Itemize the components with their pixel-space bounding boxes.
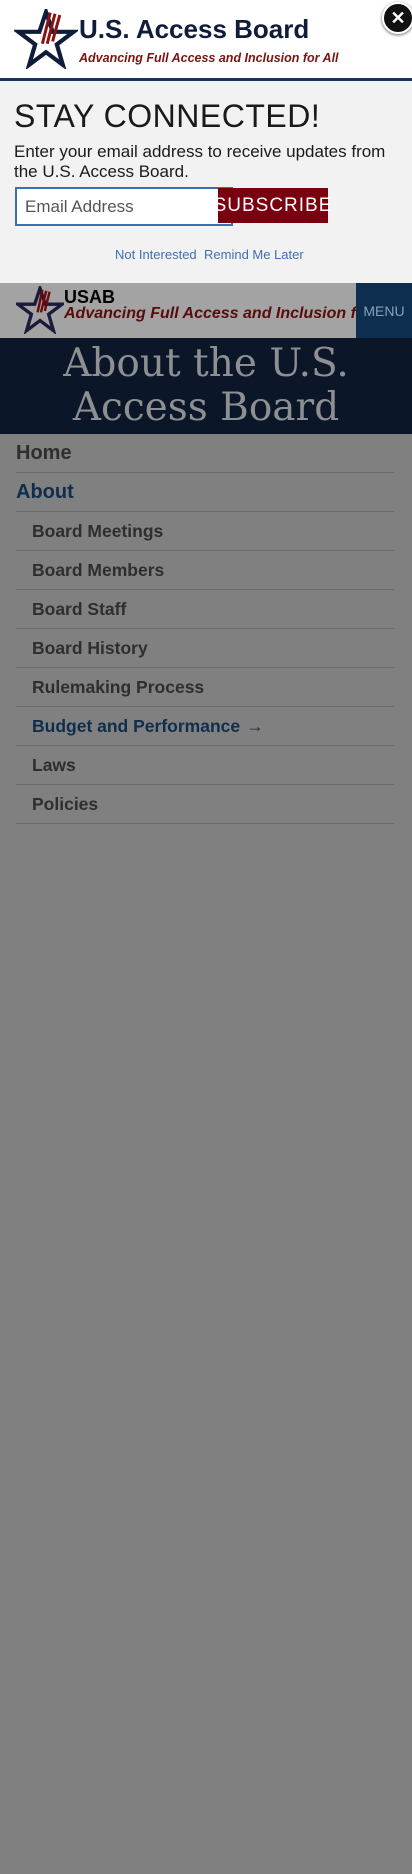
nav-item-budget-and-performance[interactable]: Budget and Performance →	[16, 707, 394, 746]
modal-description: Enter your email address to receive upda…	[14, 142, 386, 181]
nav-item-label: Board History	[32, 637, 148, 658]
site-header: USAB Advancing Full Access and Inclusion…	[0, 283, 412, 338]
nav-item-board-meetings[interactable]: Board Meetings	[16, 512, 394, 551]
modal-brand-title: U.S. Access Board	[79, 14, 310, 44]
side-navigation: Home About Board Meetings Board Members …	[16, 434, 394, 824]
nav-item-board-members[interactable]: Board Members	[16, 551, 394, 590]
nav-item-label: About	[16, 480, 74, 503]
subscribe-modal: U.S. Access Board Advancing Full Access …	[0, 0, 412, 283]
email-input[interactable]	[15, 187, 233, 226]
nav-item-label: Board Members	[32, 559, 165, 580]
nav-item-laws[interactable]: Laws	[16, 746, 394, 785]
star-logo-icon[interactable]	[16, 286, 64, 334]
nav-item-label: Budget and Performance	[32, 715, 241, 736]
nav-item-label: Home	[16, 441, 72, 464]
arrow-right-icon: →	[246, 715, 264, 736]
nav-item-rulemaking-process[interactable]: Rulemaking Process	[16, 668, 394, 707]
modal-heading: STAY CONNECTED!	[14, 98, 321, 134]
site-tagline: Advancing Full Access and Inclusion for …	[64, 305, 397, 322]
nav-item-label: Rulemaking Process	[32, 676, 205, 697]
not-interested-link[interactable]: Not Interested	[115, 247, 197, 262]
remind-me-later-link[interactable]: Remind Me Later	[204, 247, 304, 262]
nav-item-board-staff[interactable]: Board Staff	[16, 590, 394, 629]
nav-item-policies[interactable]: Policies	[16, 785, 394, 824]
nav-item-home[interactable]: Home	[16, 434, 394, 473]
star-logo-icon	[14, 9, 78, 69]
nav-item-board-history[interactable]: Board History	[16, 629, 394, 668]
page-hero: About the U.S. Access Board	[0, 338, 412, 434]
modal-header: U.S. Access Board Advancing Full Access …	[0, 0, 412, 81]
nav-item-label: Policies	[32, 793, 99, 814]
nav-item-label: Board Meetings	[32, 520, 164, 541]
modal-brand-tagline: Advancing Full Access and Inclusion for …	[79, 51, 339, 65]
nav-item-about[interactable]: About	[16, 473, 394, 512]
nav-item-label: Laws	[32, 754, 76, 775]
subscribe-button[interactable]: SUBSCRIBE	[214, 188, 331, 223]
page-title: About the U.S. Access Board	[63, 341, 349, 430]
close-icon[interactable]: ✕	[382, 2, 412, 34]
nav-item-label: Board Staff	[32, 598, 127, 619]
menu-button[interactable]: MENU	[356, 283, 412, 338]
